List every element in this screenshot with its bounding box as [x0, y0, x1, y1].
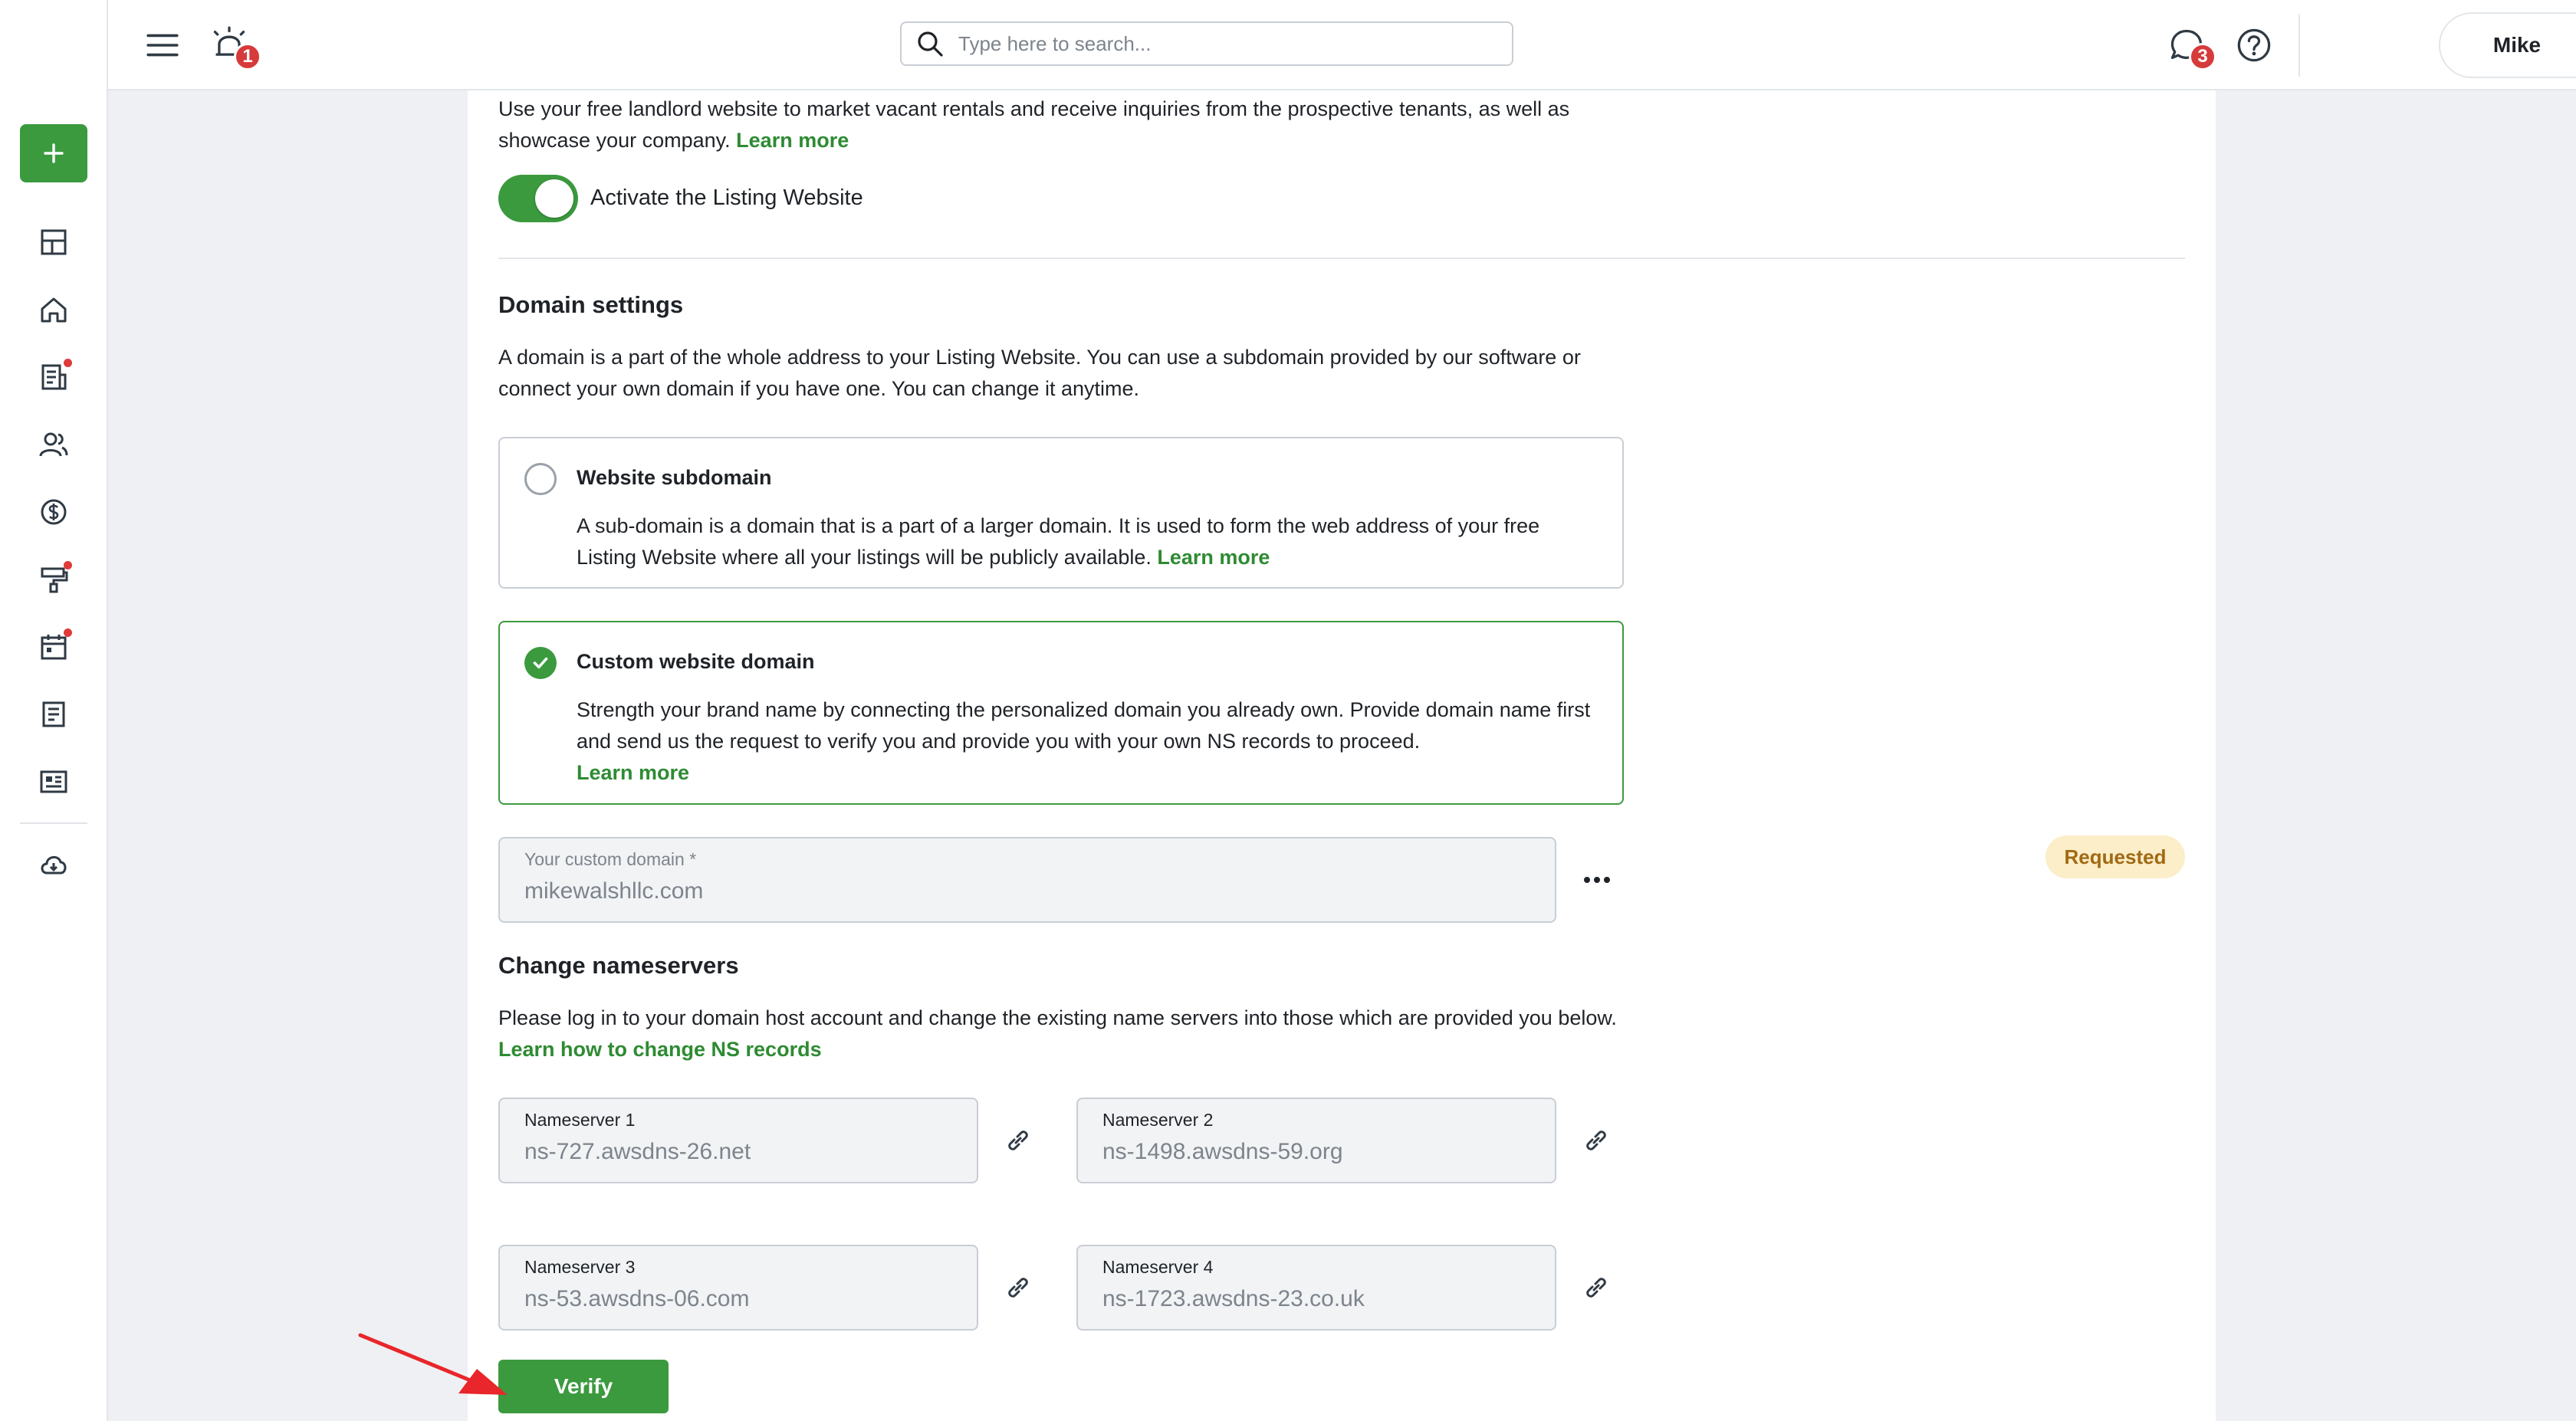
change-nameservers-title: Change nameservers	[498, 952, 739, 979]
sidebar-item-calendar[interactable]	[34, 627, 74, 667]
field-label: Nameserver 4	[1102, 1257, 1214, 1277]
reports-icon	[40, 770, 67, 793]
notification-dot	[64, 561, 72, 569]
notification-dot	[64, 628, 72, 637]
annotation-arrow-icon	[358, 1333, 508, 1395]
user-name: Mike	[2492, 33, 2542, 57]
top-bar: 1 3 Mike	[108, 0, 2576, 90]
download-icon	[41, 856, 67, 875]
link-icon	[1008, 1131, 1028, 1150]
accounting-icon	[41, 499, 67, 525]
learn-more-link[interactable]: Learn more	[736, 129, 849, 152]
field-label: Nameserver 2	[1102, 1110, 1214, 1130]
nameserver-1-field[interactable]: Nameserver 1	[498, 1098, 978, 1183]
listing-website-settings: Use your free landlord website to market…	[468, 90, 2216, 1421]
listing-website-toggle[interactable]	[498, 175, 578, 222]
copy-nameserver-2-button[interactable]	[1573, 1117, 1619, 1163]
subdomain-option[interactable]: Website subdomain A sub-domain is a doma…	[498, 437, 1624, 589]
custom-domain-option[interactable]: Custom website domain Strength your bran…	[498, 621, 1624, 805]
sidebar-item-properties[interactable]	[34, 290, 74, 330]
messages-button[interactable]: 3	[2164, 23, 2216, 71]
sidebar-item-accounting[interactable]	[34, 492, 74, 532]
user-menu[interactable]: Mike	[2439, 12, 2576, 78]
sidebar-divider	[20, 822, 87, 824]
more-options-button[interactable]	[1574, 857, 1620, 903]
dashboard-icon	[41, 229, 67, 255]
help-icon	[2237, 28, 2271, 62]
add-new-button[interactable]	[20, 124, 87, 182]
sidebar-item-maintenance[interactable]	[34, 560, 74, 599]
people-icon	[39, 432, 68, 457]
sidebar-item-dashboard[interactable]	[34, 222, 74, 262]
sidebar	[0, 0, 108, 1421]
sidebar-item-leases[interactable]	[34, 357, 74, 397]
link-icon	[1008, 1278, 1028, 1298]
sidebar-item-download[interactable]	[34, 845, 74, 884]
search-icon	[918, 31, 943, 57]
domain-description: A domain is a part of the whole address …	[498, 346, 1581, 400]
menu-button[interactable]	[140, 23, 185, 67]
field-label: Nameserver 3	[524, 1257, 636, 1277]
nameserver-2-input[interactable]	[1102, 1139, 1532, 1165]
nameserver-2-field[interactable]: Nameserver 2	[1076, 1098, 1556, 1183]
search-input[interactable]	[958, 31, 1495, 56]
option-title: Custom website domain	[577, 650, 815, 673]
notification-dot	[64, 359, 72, 367]
listing-intro: Use your free landlord website to market…	[498, 97, 1570, 152]
nameserver-4-field[interactable]: Nameserver 4	[1076, 1245, 1556, 1331]
option-description: Strength your brand name by connecting t…	[577, 698, 1591, 784]
learn-more-link[interactable]: Learn more	[1157, 546, 1270, 569]
home-icon	[41, 297, 67, 323]
messages-badge: 3	[2189, 43, 2216, 71]
copy-nameserver-1-button[interactable]	[995, 1117, 1041, 1163]
status-badge: Requested	[2045, 835, 2185, 878]
ns-records-link[interactable]: Learn how to change NS records	[498, 1038, 822, 1061]
nameserver-1-input[interactable]	[524, 1139, 954, 1165]
subdomain-radio[interactable]	[524, 463, 557, 495]
nameserver-3-field[interactable]: Nameserver 3	[498, 1245, 978, 1331]
alerts-badge: 1	[234, 43, 261, 71]
search-bar[interactable]	[900, 21, 1513, 66]
copy-nameserver-3-button[interactable]	[995, 1265, 1041, 1311]
domain-settings-title: Domain settings	[498, 291, 684, 318]
documents-icon	[42, 701, 65, 727]
nameserver-4-input[interactable]	[1102, 1286, 1532, 1312]
alerts-button[interactable]: 1	[206, 21, 261, 71]
more-dots-icon	[1584, 877, 1610, 883]
hamburger-icon	[146, 34, 179, 57]
copy-nameserver-4-button[interactable]	[1573, 1265, 1619, 1311]
sidebar-item-reports[interactable]	[34, 762, 74, 802]
custom-domain-radio[interactable]	[524, 647, 557, 679]
custom-domain-field[interactable]: Your custom domain *	[498, 837, 1556, 923]
topbar-divider	[2298, 14, 2300, 77]
link-icon	[1586, 1131, 1606, 1150]
toggle-knob	[535, 179, 573, 218]
help-button[interactable]	[2232, 23, 2276, 67]
toggle-label: Activate the Listing Website	[590, 185, 863, 210]
sidebar-item-people[interactable]	[34, 425, 74, 464]
verify-button[interactable]: Verify	[498, 1360, 669, 1413]
nameservers-description: Please log in to your domain host accoun…	[498, 1006, 1617, 1061]
option-title: Website subdomain	[577, 466, 772, 489]
nameserver-3-input[interactable]	[524, 1286, 954, 1312]
plus-icon	[44, 143, 64, 163]
section-divider	[498, 258, 2185, 259]
sidebar-item-documents[interactable]	[34, 694, 74, 734]
check-icon	[533, 657, 548, 669]
field-label: Nameserver 1	[524, 1110, 636, 1130]
learn-more-link[interactable]: Learn more	[577, 761, 689, 784]
link-icon	[1586, 1278, 1606, 1298]
field-label: Your custom domain *	[524, 849, 697, 869]
option-description: A sub-domain is a domain that is a part …	[577, 514, 1540, 569]
custom-domain-input[interactable]	[524, 878, 1474, 904]
